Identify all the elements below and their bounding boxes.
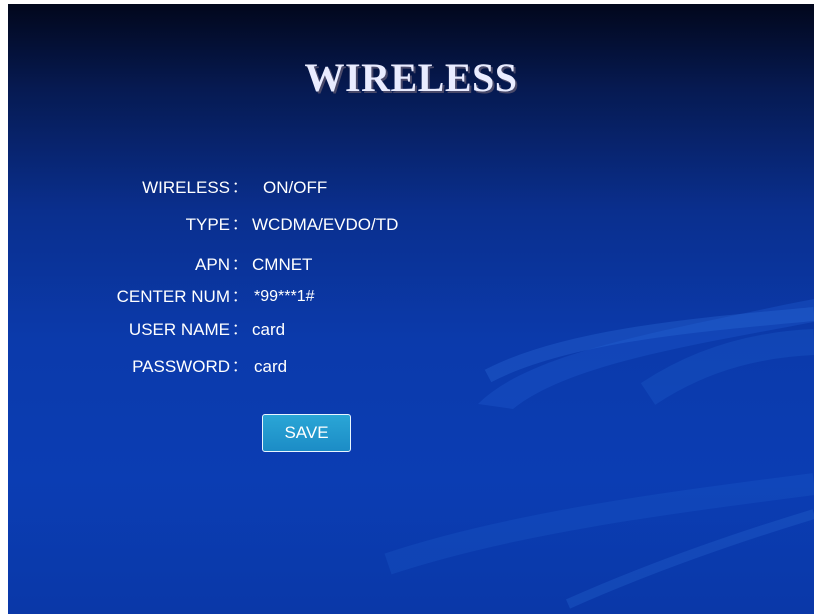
field-separator: ： — [232, 179, 248, 196]
field-separator: ： — [232, 321, 248, 338]
field-row-wireless: WIRELESS ： ON/OFF — [8, 175, 814, 201]
field-separator: ： — [232, 256, 248, 273]
field-value-center-num[interactable]: *99***1# — [254, 284, 315, 310]
field-value-wireless[interactable]: ON/OFF — [263, 175, 327, 201]
page-title: WIRELESS — [304, 55, 518, 100]
field-separator: ： — [232, 288, 248, 305]
field-row-apn: APN ： CMNET — [8, 252, 814, 278]
field-label-wireless: WIRELESS — [142, 178, 230, 197]
field-separator: ： — [232, 358, 248, 375]
field-value-apn[interactable]: CMNET — [252, 252, 312, 278]
field-value-user-name[interactable]: card — [252, 317, 285, 343]
field-row-password: PASSWORD ： card — [8, 354, 814, 380]
field-value-type[interactable]: WCDMA/EVDO/TD — [252, 212, 398, 238]
field-row-user-name: USER NAME ： card — [8, 317, 814, 343]
wireless-settings-panel: WIRELESS WIRELESS ： ON/OFF TYPE ： WCDMA/… — [8, 4, 814, 614]
field-value-password[interactable]: card — [254, 354, 287, 380]
field-label-center-num: CENTER NUM — [116, 287, 230, 306]
save-button[interactable]: SAVE — [262, 414, 351, 452]
field-label-user-name: USER NAME — [128, 320, 230, 339]
field-row-type: TYPE ： WCDMA/EVDO/TD — [8, 212, 814, 238]
field-label-apn: APN — [195, 255, 230, 274]
field-separator: ： — [232, 216, 248, 233]
field-label-password: PASSWORD — [132, 357, 230, 376]
field-row-center-num: CENTER NUM ： *99***1# — [8, 284, 814, 310]
field-label-type: TYPE — [185, 215, 230, 234]
